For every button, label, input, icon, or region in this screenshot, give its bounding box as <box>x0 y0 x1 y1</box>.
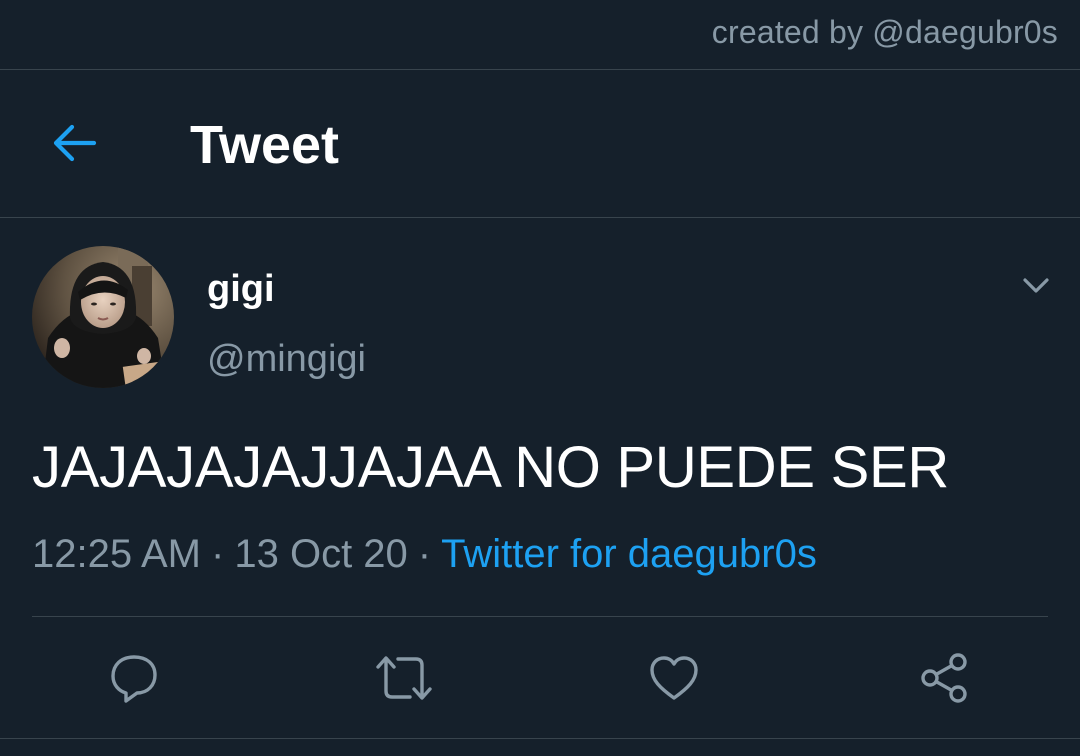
more-options-button[interactable] <box>1014 266 1058 306</box>
display-name[interactable]: gigi <box>207 268 275 311</box>
chevron-down-icon <box>1023 278 1049 293</box>
user-handle[interactable]: @mingigi <box>207 338 366 381</box>
tweet-meta: 12:25 AM · 13 Oct 20 · Twitter for daegubr0s <box>32 532 817 577</box>
meta-separator: · <box>417 532 432 576</box>
tweet-text: JAJAJAJAJJAJAA NO PUEDE SER <box>32 435 949 500</box>
tweet-time: 12:25 AM <box>32 532 202 576</box>
retweet-icon <box>376 656 432 700</box>
bottom-divider <box>0 738 1080 739</box>
avatar-photo <box>32 246 174 388</box>
reply-button[interactable] <box>104 648 164 708</box>
page-title: Tweet <box>190 115 340 175</box>
retweet-button[interactable] <box>374 648 434 708</box>
action-bar <box>0 618 1080 738</box>
reply-icon <box>111 655 157 703</box>
tweet-screen: created by @daegubr0s Tweet gigi @mingig… <box>0 0 1080 756</box>
like-button[interactable] <box>644 648 704 708</box>
share-button[interactable] <box>914 648 974 708</box>
tweet-source-link[interactable]: Twitter for daegubr0s <box>441 532 817 576</box>
share-icon <box>921 653 967 703</box>
arrow-left-icon <box>53 124 97 162</box>
avatar[interactable] <box>32 246 174 388</box>
heart-icon <box>650 656 698 700</box>
back-button[interactable] <box>44 117 104 169</box>
top-bar: Tweet <box>0 70 1080 217</box>
tweet-date: 13 Oct 20 <box>234 532 408 576</box>
credit-watermark: created by @daegubr0s <box>711 14 1058 50</box>
meta-separator: · <box>211 532 225 576</box>
actions-divider <box>32 616 1048 617</box>
header-divider-bottom <box>0 217 1080 218</box>
